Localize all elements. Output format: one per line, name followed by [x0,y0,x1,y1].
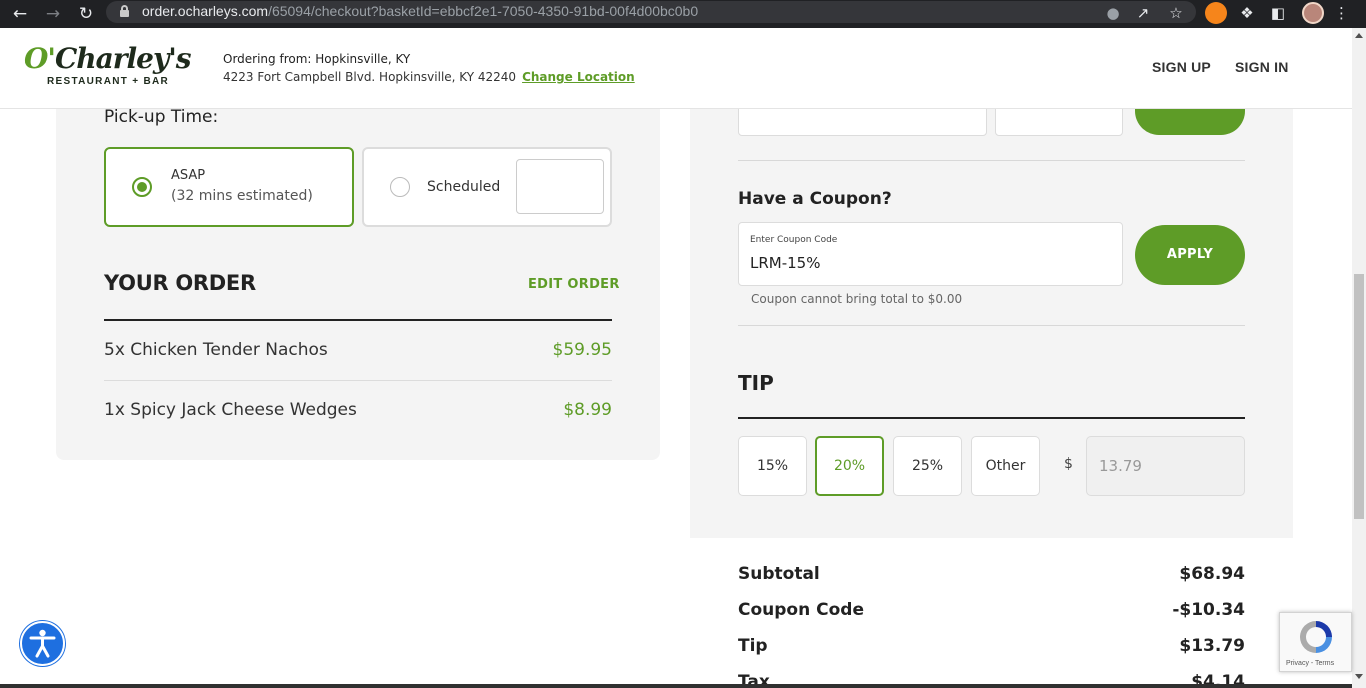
order-item-price: $8.99 [563,400,612,420]
your-order-title: YOUR ORDER [104,271,256,295]
scroll-up-arrow-icon[interactable] [1355,33,1363,38]
window-bottom-edge [0,684,1352,688]
address-bar[interactable]: order.ocharleys.com/65094/checkout?baske… [106,1,1196,23]
page-scrollbar[interactable] [1352,28,1366,688]
order-item-price: $59.95 [552,340,612,360]
blocked-icon[interactable]: ● [1104,3,1122,23]
coupon-field-label: Enter Coupon Code [750,235,838,245]
tip-title: TIP [738,371,774,395]
asap-estimate: (32 mins estimated) [171,188,313,204]
section-divider [738,325,1245,326]
scheduled-radio[interactable] [390,177,410,197]
store-address: 4223 Fort Campbell Blvd. Hopkinsville, K… [223,70,517,84]
scrollbar-thumb[interactable] [1354,274,1364,519]
metamask-extension-icon[interactable] [1205,2,1227,24]
coupon-error-note: Coupon cannot bring total to $0.00 [751,292,963,306]
lock-icon[interactable] [120,5,129,17]
extensions-puzzle-icon[interactable]: ❖ [1237,3,1257,23]
forward-icon[interactable]: → [43,4,63,24]
order-item: 1x Spicy Jack Cheese Wedges $8.99 [104,381,612,441]
accessibility-button[interactable] [20,621,65,666]
ordering-location: Ordering from: Hopkinsville, KY 4223 For… [223,52,635,84]
apply-coupon-button[interactable]: APPLY [1135,225,1245,285]
profile-avatar[interactable] [1302,2,1324,24]
total-row: Tip $13.79 [738,636,1245,662]
sign-in-link[interactable]: SIGN IN [1235,59,1289,75]
total-value: -$10.34 [1172,600,1245,620]
recaptcha-badge[interactable]: Privacy - Terms [1279,612,1352,672]
tip-25-button[interactable]: 25% [893,436,962,496]
total-value: $13.79 [1179,636,1245,656]
share-icon[interactable]: ↗ [1133,3,1153,23]
total-label: Tip [738,636,768,656]
total-row: Subtotal $68.94 [738,564,1245,590]
scheduled-time-select[interactable] [516,159,604,214]
order-item-name: 1x Spicy Jack Cheese Wedges [104,400,357,420]
sign-up-link[interactable]: SIGN UP [1152,59,1211,75]
order-item: 5x Chicken Tender Nachos $59.95 [104,321,612,381]
browser-toolbar: ← → ↻ order.ocharleys.com/65094/checkout… [0,0,1366,28]
tip-other-button[interactable]: Other [971,436,1040,496]
tip-divider [738,417,1245,419]
tip-amount-field[interactable]: 13.79 [1086,436,1245,496]
order-item-name: 5x Chicken Tender Nachos [104,340,328,360]
change-location-link[interactable]: Change Location [522,70,635,84]
recaptcha-icon [1300,621,1332,653]
bookmark-star-icon[interactable]: ☆ [1166,3,1186,23]
total-label: Coupon Code [738,600,864,620]
total-value: $68.94 [1179,564,1245,584]
ocharleys-logo[interactable]: O'Charley's RESTAURANT + BAR [24,44,192,88]
total-label: Subtotal [738,564,820,584]
scheduled-label: Scheduled [427,179,501,195]
back-icon[interactable]: ← [10,4,30,24]
ordering-from-label: Ordering from: Hopkinsville, KY [223,52,411,66]
edit-order-link[interactable]: EDIT ORDER [528,277,620,292]
recaptcha-privacy-terms[interactable]: Privacy - Terms [1286,660,1334,667]
total-row: Coupon Code -$10.34 [738,600,1245,626]
coupon-title: Have a Coupon? [738,189,892,209]
asap-label: ASAP [171,168,206,183]
coupon-code-value[interactable]: LRM-15% [750,254,820,272]
tip-20-button[interactable]: 20% [815,436,884,496]
side-panel-icon[interactable]: ◧ [1268,3,1288,23]
section-divider [738,160,1245,161]
reload-icon[interactable]: ↻ [76,4,96,24]
url-text[interactable]: order.ocharleys.com/65094/checkout?baske… [142,3,698,19]
accessibility-person-icon [29,629,56,658]
tip-currency-symbol: $ [1064,456,1073,472]
scroll-down-arrow-icon[interactable] [1355,674,1363,679]
tip-15-button[interactable]: 15% [738,436,807,496]
site-header: O'Charley's RESTAURANT + BAR Ordering fr… [0,28,1352,109]
pickup-time-label: Pick-up Time: [104,107,219,127]
asap-radio[interactable] [132,177,152,197]
menu-kebab-icon[interactable]: ⋮ [1334,3,1349,23]
